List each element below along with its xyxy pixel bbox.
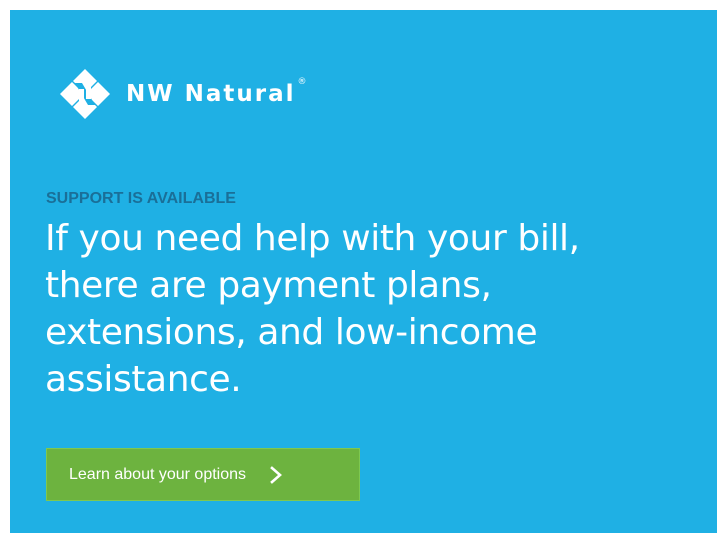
eyebrow-heading: SUPPORT IS AVAILABLE [46,190,236,207]
nw-natural-logo-icon [60,69,110,119]
headline: If you need help with your bill, there a… [45,215,705,403]
brand-name-text: NW Natural [126,81,296,107]
brand-name: NW Natural ® [126,77,307,107]
brand-logo[interactable]: NW Natural ® [58,67,307,121]
chevron-right-icon [270,465,282,484]
registered-mark: ® [297,77,307,87]
support-banner: NW Natural ® SUPPORT IS AVAILABLE If you … [10,10,717,533]
learn-options-label: Learn about your options [69,465,247,483]
learn-options-button[interactable]: Learn about your options [46,448,360,501]
headline-line: If you need help with your bill, [45,218,580,259]
headline-line: there are payment plans, [45,265,492,306]
headline-line: assistance. [45,359,242,400]
headline-line: extensions, and low-income [45,312,538,353]
